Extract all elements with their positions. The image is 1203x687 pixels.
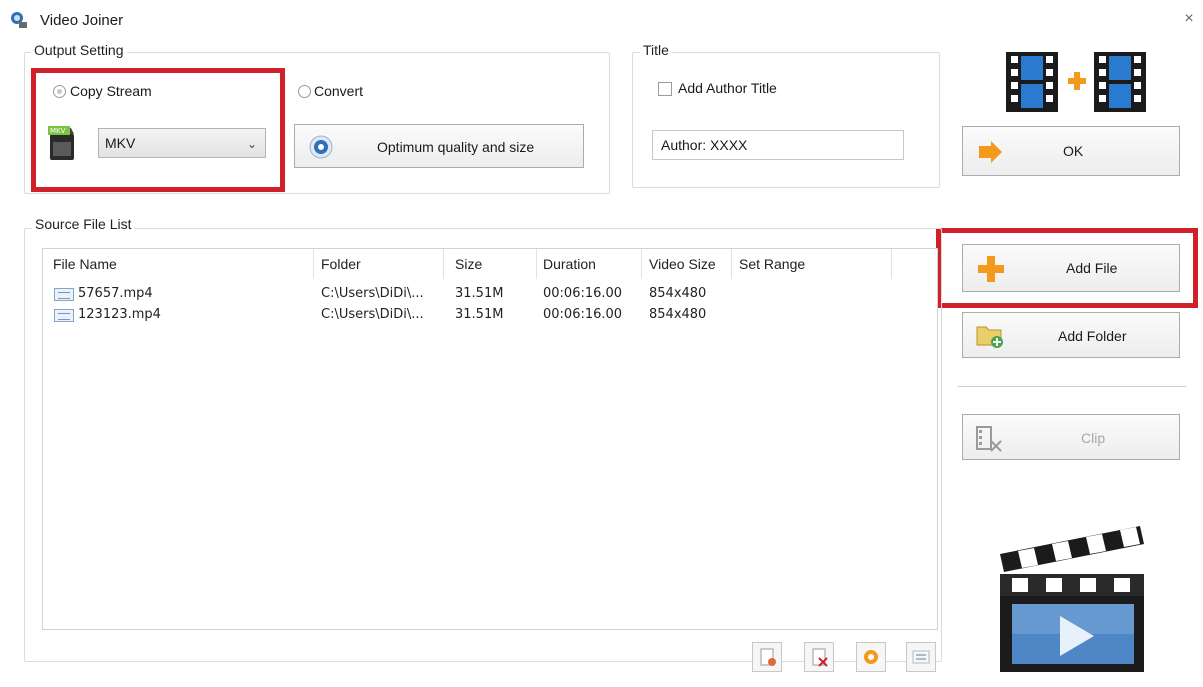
column-header-video-size[interactable]: Video Size <box>649 249 716 279</box>
column-separator[interactable] <box>536 249 537 279</box>
add-item-icon <box>760 648 776 666</box>
mkv-format-icon: MKV <box>44 124 84 164</box>
quality-settings-button[interactable]: Optimum quality and size <box>294 124 584 168</box>
copy-stream-radio[interactable] <box>53 85 66 98</box>
format-select-value: MKV <box>105 135 136 151</box>
table-row[interactable]: 57657.mp4 C:\Users\DiDi\... 31.51M 00:06… <box>44 285 936 305</box>
clapperboard-graphic <box>990 518 1150 674</box>
copy-stream-label[interactable]: Copy Stream <box>70 83 152 99</box>
quality-button-label: Optimum quality and size <box>377 139 535 155</box>
join-video-graphic <box>1006 52 1146 114</box>
column-header-size[interactable]: Size <box>455 249 482 279</box>
quality-dial-icon <box>309 135 333 159</box>
add-folder-label: Add Folder <box>1058 328 1127 344</box>
record-icon <box>864 650 878 664</box>
add-item-button[interactable] <box>752 642 782 672</box>
title-group-label: Title <box>640 42 672 58</box>
column-header-duration[interactable]: Duration <box>543 249 596 279</box>
clip-icon <box>975 425 1003 453</box>
record-button[interactable] <box>856 642 886 672</box>
add-author-title-checkbox[interactable] <box>658 82 672 96</box>
delete-icon <box>812 648 828 667</box>
format-select[interactable]: MKV ⌄ <box>98 128 266 158</box>
properties-icon <box>912 650 930 664</box>
file-name-cell: 57657.mp4 <box>78 286 153 301</box>
title-group <box>632 52 940 188</box>
add-author-title-label[interactable]: Add Author Title <box>678 80 777 96</box>
folder-cell: C:\Users\DiDi\... <box>321 307 424 322</box>
add-folder-button[interactable]: Add Folder <box>962 312 1180 358</box>
duration-cell: 00:06:16.00 <box>543 286 623 301</box>
output-setting-label: Output Setting <box>31 42 127 58</box>
source-file-list-label: Source File List <box>32 216 135 232</box>
video-file-icon <box>54 288 74 301</box>
convert-radio[interactable] <box>298 85 311 98</box>
folder-cell: C:\Users\DiDi\... <box>321 286 424 301</box>
ok-button-label: OK <box>1063 143 1084 159</box>
chevron-down-icon: ⌄ <box>246 137 257 151</box>
video-joiner-app-icon <box>8 10 28 30</box>
clip-label: Clip <box>1081 430 1106 446</box>
close-icon[interactable]: × <box>1180 10 1198 28</box>
svg-text:MKV: MKV <box>50 127 66 135</box>
column-separator[interactable] <box>313 249 314 279</box>
size-cell: 31.51M <box>455 307 504 322</box>
source-file-table[interactable]: File Name Folder Size Duration Video Siz… <box>42 248 938 630</box>
folder-add-icon <box>975 323 1005 349</box>
plus-icon <box>977 255 1005 283</box>
table-row[interactable]: 123123.mp4 C:\Users\DiDi\... 31.51M 00:0… <box>44 306 936 326</box>
column-separator[interactable] <box>891 249 892 279</box>
ok-button[interactable]: OK <box>962 126 1180 176</box>
size-cell: 31.51M <box>455 286 504 301</box>
properties-button[interactable] <box>906 642 936 672</box>
convert-label[interactable]: Convert <box>314 83 363 99</box>
window-title: Video Joiner <box>40 12 124 29</box>
column-header-folder[interactable]: Folder <box>321 249 361 279</box>
column-separator[interactable] <box>641 249 642 279</box>
column-header-set-range[interactable]: Set Range <box>739 249 805 279</box>
duration-cell: 00:06:16.00 <box>543 307 623 322</box>
add-file-button[interactable]: Add File <box>962 244 1180 292</box>
column-header-file-name[interactable]: File Name <box>53 249 117 279</box>
remove-item-button[interactable] <box>804 642 834 672</box>
clip-button[interactable]: Clip <box>962 414 1180 460</box>
file-name-cell: 123123.mp4 <box>78 307 161 322</box>
video-file-icon <box>54 309 74 322</box>
column-separator[interactable] <box>731 249 732 279</box>
author-input[interactable]: Author: XXXX <box>652 130 904 160</box>
video-size-cell: 854x480 <box>649 307 707 322</box>
action-divider <box>958 386 1186 387</box>
add-file-label: Add File <box>1066 260 1118 276</box>
arrow-right-icon <box>977 140 1003 164</box>
video-size-cell: 854x480 <box>649 286 707 301</box>
column-separator[interactable] <box>443 249 444 279</box>
